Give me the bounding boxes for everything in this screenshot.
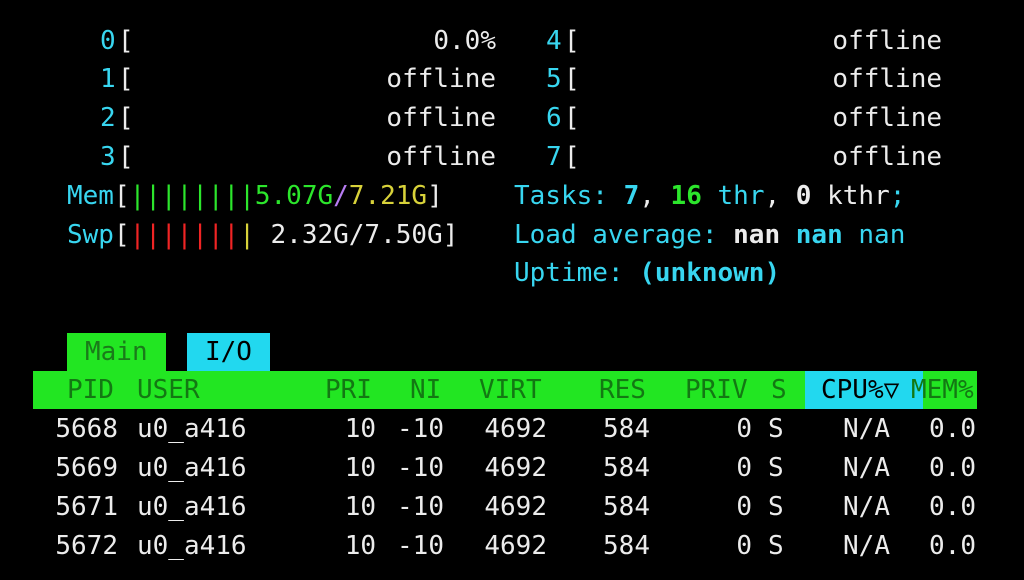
swap-meter: Swp[|||||||| 2.32G/7.50G] (67, 216, 458, 254)
cpu-number: 3 (100, 142, 116, 172)
column-cpu-sorted[interactable]: CPU%▽ (805, 371, 923, 409)
tab-io[interactable]: I/O (187, 333, 270, 371)
column-ni[interactable]: NI (410, 371, 441, 409)
cell-mem: 0.0 (929, 492, 976, 522)
cpu-value: offline (832, 64, 942, 94)
cpu-value: offline (832, 142, 942, 172)
column-mem[interactable]: MEM% (911, 371, 974, 409)
tasks-label: Tasks: (514, 181, 624, 211)
cpu-number: 5 (546, 64, 562, 94)
cpu-value: offline (386, 64, 496, 94)
memory-meter: Mem[||||||||5.07G/7.21G] (67, 177, 443, 215)
column-pid[interactable]: PID (67, 371, 114, 409)
swap-value: 2.32G/7.50G (270, 220, 443, 250)
cpu-number: 6 (546, 103, 562, 133)
cell-mem: 0.0 (929, 414, 976, 444)
load-average: Load average: nan nan nan (514, 216, 905, 254)
cpu-number: 4 (546, 26, 562, 56)
cpu-value: offline (386, 142, 496, 172)
cpu-value: offline (832, 103, 942, 133)
swap-bracket-open: [ (113, 220, 130, 250)
cpu-value: offline (386, 103, 496, 133)
cpu-bracket-open: [ (564, 26, 580, 56)
load-5min: nan (795, 220, 843, 250)
column-res[interactable]: RES (599, 371, 646, 409)
tasks-end: ; (889, 181, 906, 211)
kthreads-count: 0 (795, 181, 812, 211)
tasks-summary: Tasks: 7, 16 thr, 0 kthr; (514, 177, 905, 215)
tasks-comma: , (639, 181, 671, 211)
cell-pid: 5669 (55, 453, 118, 483)
threads-count: 16 (670, 181, 702, 211)
memory-separator: / (333, 181, 349, 211)
swap-bar-red: ||||||| (129, 220, 240, 250)
cpu-bracket-open: [ (564, 64, 580, 94)
memory-used: 5.07G (254, 181, 334, 211)
cell-pid: 5671 (55, 492, 118, 522)
uptime-label: Uptime: (514, 258, 640, 288)
cell-mem: 0.0 (929, 453, 976, 483)
column-priv[interactable]: PRIV (685, 371, 748, 409)
column-virt[interactable]: VIRT (479, 371, 542, 409)
uptime-value: (unknown) (639, 258, 781, 288)
cpu-value: offline (832, 26, 942, 56)
cpu-number: 2 (100, 103, 116, 133)
tasks-count: 7 (623, 181, 640, 211)
load-15min: nan (858, 220, 906, 250)
memory-label: Mem (67, 181, 114, 211)
memory-total: 7.21G (348, 181, 428, 211)
column-pri[interactable]: PRI (325, 371, 372, 409)
cell-mem: 0.0 (929, 531, 976, 561)
cell-pid: 5672 (55, 531, 118, 561)
cpu-number: 7 (546, 142, 562, 172)
memory-bracket-open: [ (113, 181, 130, 211)
swap-bracket-close: ] (442, 220, 459, 250)
swap-bar-yellow: | (239, 220, 255, 250)
cpu-number: 0 (100, 26, 116, 56)
memory-bar: |||||||| (129, 181, 255, 211)
kthreads-label: kthr (811, 181, 890, 211)
cpu-value: 0.0% (433, 26, 496, 56)
load-label: Load average: (514, 220, 734, 250)
process-table-header: PID USER PRI NI VIRT RES PRIV S CPU%▽ ME… (33, 371, 977, 409)
threads-label: thr (701, 181, 765, 211)
cpu-bracket-open: [ (564, 142, 580, 172)
swap-gap (255, 220, 271, 250)
column-state[interactable]: S (771, 371, 787, 409)
column-user[interactable]: USER (137, 371, 200, 409)
cell-pid: 5668 (55, 414, 118, 444)
memory-bracket-close: ] (427, 181, 443, 211)
uptime: Uptime: (unknown) (514, 254, 780, 292)
swap-label: Swp (67, 220, 114, 250)
cpu-bracket-open: [ (564, 103, 580, 133)
tab-main[interactable]: Main (67, 333, 166, 371)
cpu-bracket-open: [ (118, 103, 134, 133)
load-1min: nan (733, 220, 781, 250)
cpu-bracket-open: [ (118, 142, 134, 172)
cpu-bracket-open: [ (118, 26, 134, 56)
cpu-bracket-open: [ (118, 64, 134, 94)
threads-comma: , (764, 181, 796, 211)
cpu-number: 1 (100, 64, 116, 94)
